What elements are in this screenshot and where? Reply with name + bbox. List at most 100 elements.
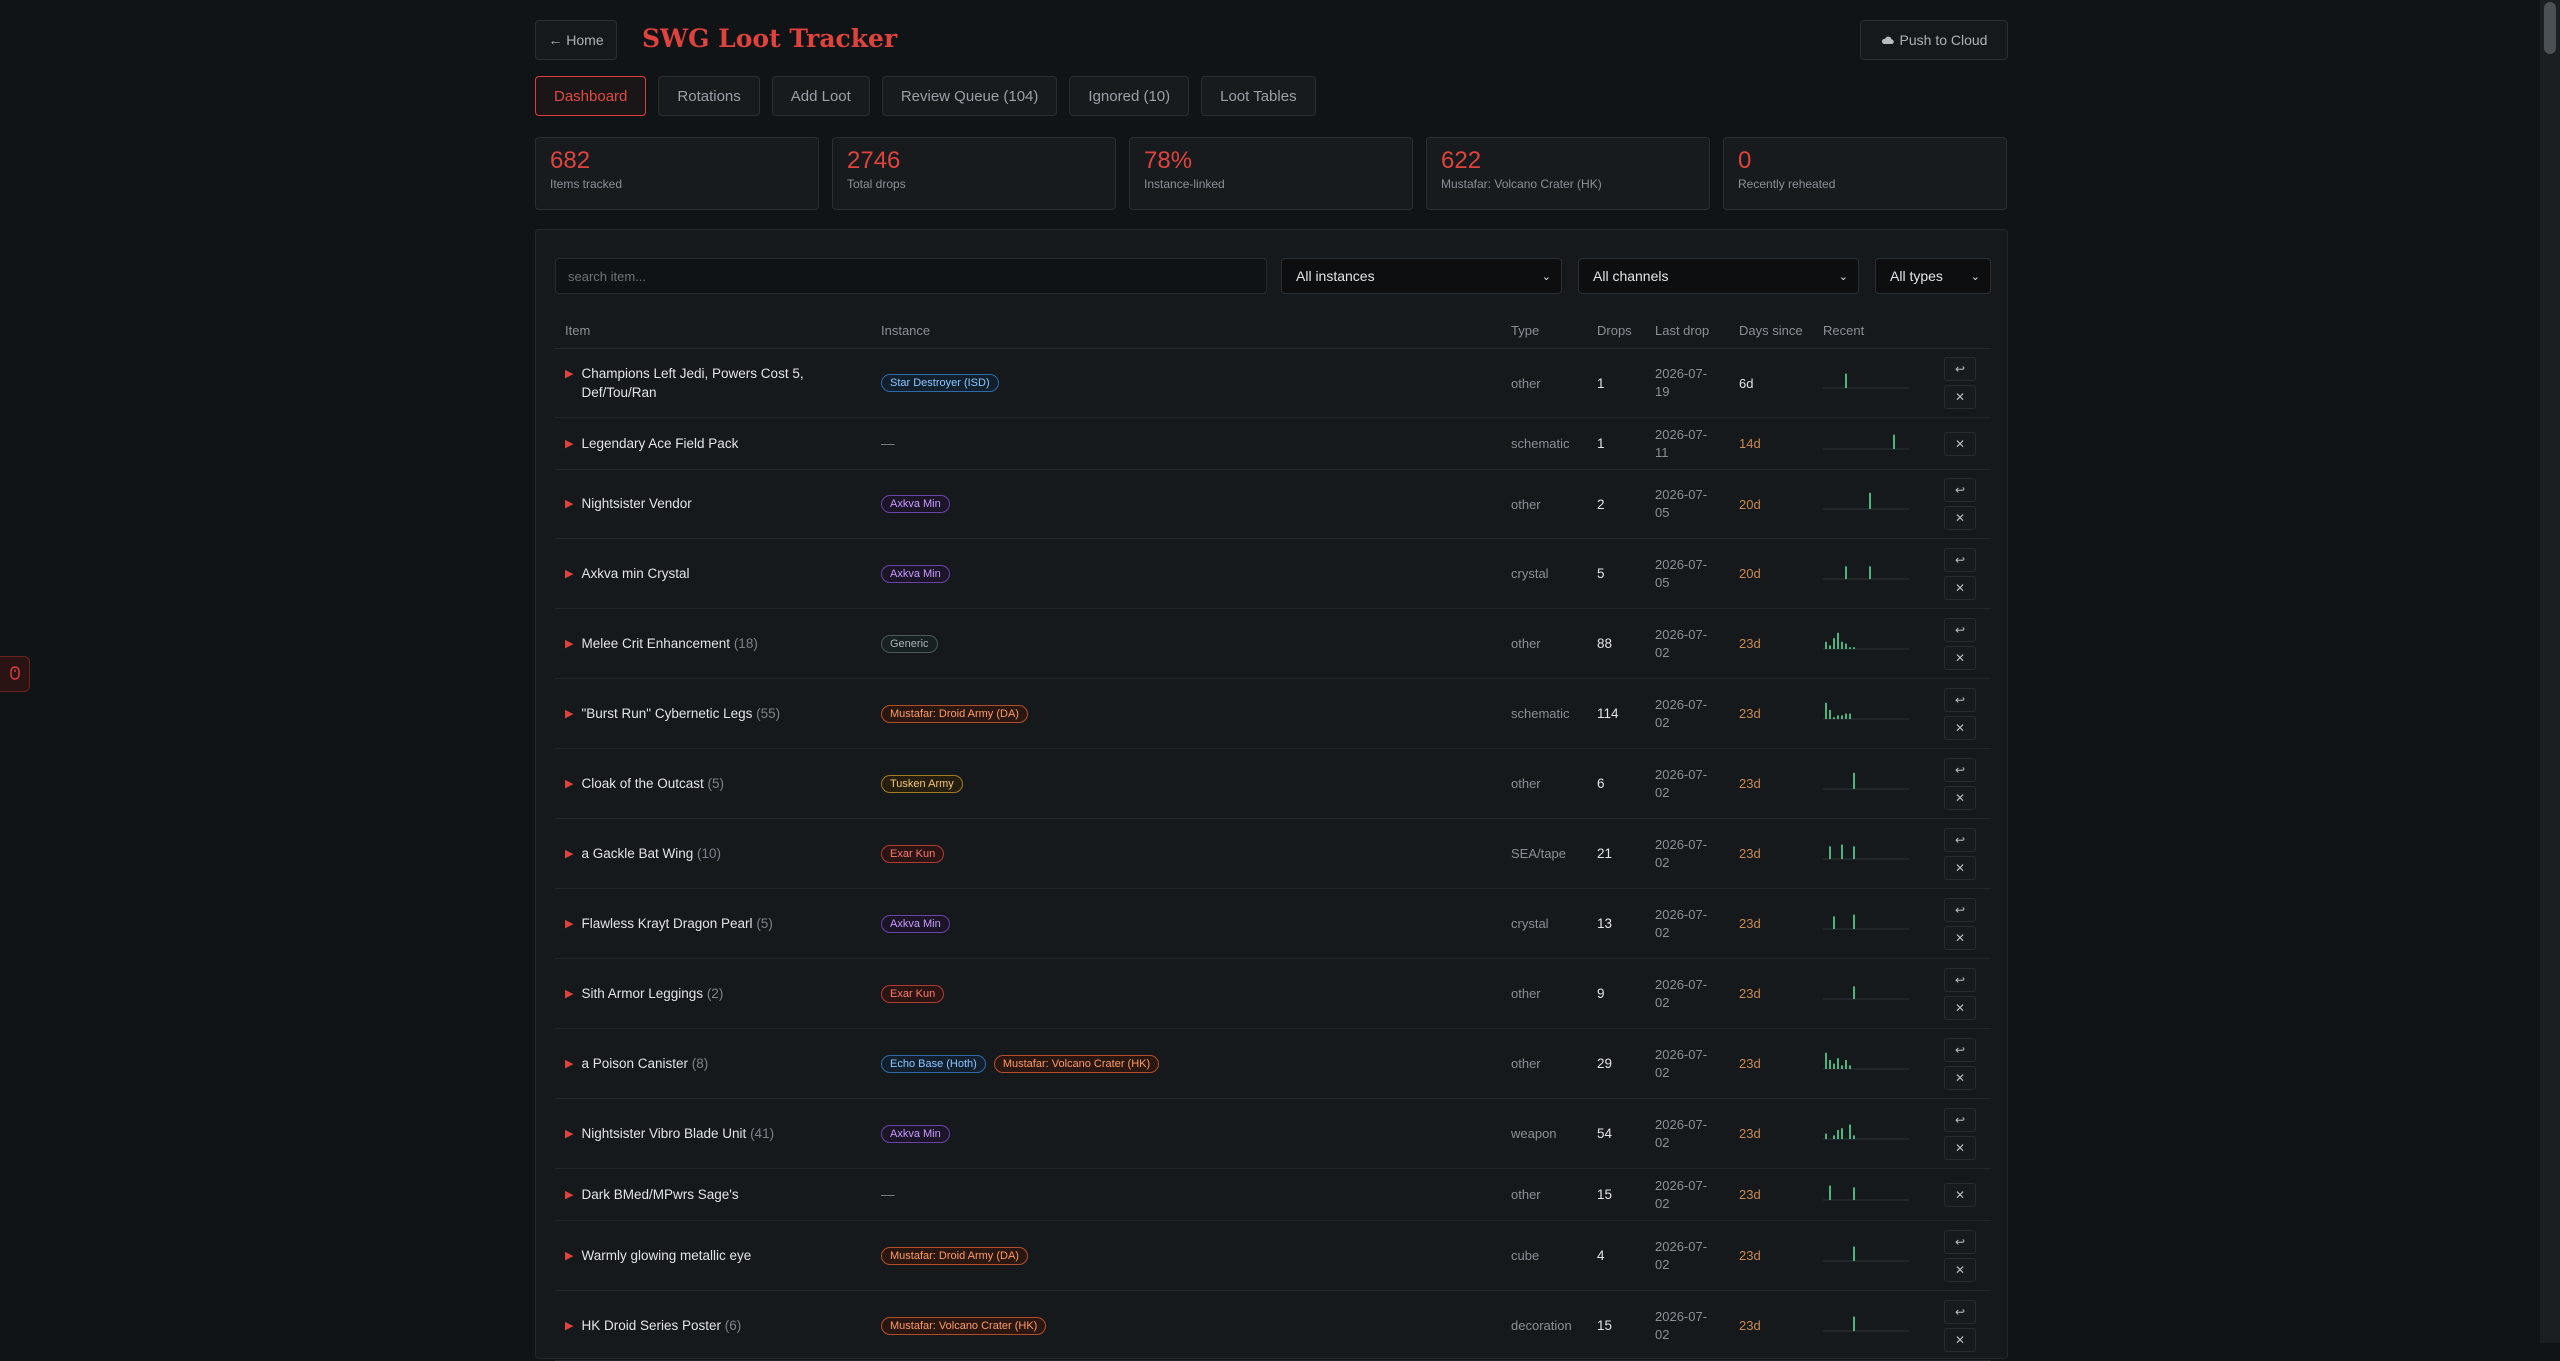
close-icon[interactable]: ✕ — [1944, 995, 1976, 1020]
expand-caret-icon[interactable]: ▶ — [565, 1125, 573, 1144]
item-name[interactable]: Dark BMed/MPwrs Sage's — [581, 1187, 738, 1202]
expand-caret-icon[interactable]: ▶ — [565, 635, 573, 654]
item-name[interactable]: "Burst Run" Cybernetic Legs — [581, 706, 752, 721]
table-row[interactable]: ▶ Nightsister Vendor Axkva Min other 2 2026-0… — [555, 469, 1991, 539]
table-row[interactable]: ▶ Sith Armor Leggings (2) Exar Kun other 9 20… — [555, 958, 1991, 1029]
item-name[interactable]: Axkva min Crystal — [581, 566, 689, 581]
close-icon[interactable]: ✕ — [1944, 575, 1976, 600]
channel-select[interactable]: All channels ⌄ — [1578, 258, 1859, 294]
close-icon[interactable]: ✕ — [1944, 1182, 1976, 1207]
side-panel-toggle[interactable] — [0, 656, 30, 692]
return-arrow-icon[interactable]: ↩ — [1944, 687, 1976, 712]
type-select[interactable]: All types ⌄ — [1875, 258, 1991, 294]
return-arrow-icon[interactable]: ↩ — [1944, 547, 1976, 572]
push-to-cloud-button[interactable]: Push to Cloud — [1860, 20, 2008, 60]
search-input[interactable] — [555, 258, 1267, 294]
expand-caret-icon[interactable]: ▶ — [565, 1247, 573, 1266]
table-row[interactable]: ▶ HK Droid Series Poster (6) Mustafar: Vol… — [555, 1290, 1991, 1361]
instance-badge: Axkva Min — [881, 1124, 950, 1143]
expand-caret-icon[interactable]: ▶ — [565, 1186, 573, 1205]
table-row[interactable]: ▶ Dark BMed/MPwrs Sage's — other 15 2026-07- 0… — [555, 1168, 1991, 1221]
return-arrow-icon[interactable]: ↩ — [1944, 617, 1976, 642]
scrollbar-thumb[interactable] — [2544, 2, 2556, 54]
return-arrow-icon[interactable]: ↩ — [1944, 1107, 1976, 1132]
table-row[interactable]: ▶ Flawless Krayt Dragon Pearl (5) Axkva Mi… — [555, 888, 1991, 959]
table-row[interactable]: ▶ Cloak of the Outcast (5) Tusken Army othe… — [555, 748, 1991, 819]
return-arrow-icon[interactable]: ↩ — [1944, 1037, 1976, 1062]
tab-rotations[interactable]: Rotations — [658, 76, 760, 116]
sparkline-bar — [1829, 709, 1831, 719]
table-row[interactable]: ▶ "Burst Run" Cybernetic Legs (55) Mustafa… — [555, 678, 1991, 749]
table-row[interactable]: ▶ Warmly glowing metallic eye Mustafar: Dr… — [555, 1220, 1991, 1291]
item-name[interactable]: HK Droid Series Poster — [581, 1318, 721, 1333]
tab-dashboard[interactable]: Dashboard — [535, 76, 647, 116]
item-name[interactable]: Cloak of the Outcast — [581, 776, 703, 791]
item-name[interactable]: Flawless Krayt Dragon Pearl — [581, 916, 752, 931]
drops-cell: 4 — [1587, 1220, 1645, 1291]
item-name-wrap: Champions Left Jedi, Powers Cost 5, Def/… — [581, 364, 871, 402]
item-name[interactable]: Legendary Ace Field Pack — [581, 436, 738, 451]
table-row[interactable]: ▶ Legendary Ace Field Pack — schematic 1 2026… — [555, 417, 1991, 470]
expand-caret-icon[interactable]: ▶ — [565, 565, 573, 584]
tab-add-loot[interactable]: Add Loot — [771, 76, 870, 116]
return-arrow-icon[interactable]: ↩ — [1944, 1299, 1976, 1324]
expand-caret-icon[interactable]: ▶ — [565, 365, 573, 384]
instance-select[interactable]: All instances ⌄ — [1281, 258, 1562, 294]
item-name[interactable]: Nightsister Vendor — [581, 496, 691, 511]
close-icon[interactable]: ✕ — [1944, 925, 1976, 950]
expand-caret-icon[interactable]: ▶ — [565, 495, 573, 514]
expand-caret-icon[interactable]: ▶ — [565, 705, 573, 724]
item-cell-content: ▶ HK Droid Series Poster (6) — [565, 1316, 871, 1336]
return-arrow-icon[interactable]: ↩ — [1944, 827, 1976, 852]
table-row[interactable]: ▶ a Gackle Bat Wing (10) Exar Kun SEA/tape 2… — [555, 818, 1991, 889]
return-arrow-icon[interactable]: ↩ — [1944, 897, 1976, 922]
item-name[interactable]: Sith Armor Leggings — [581, 986, 703, 1001]
expand-caret-icon[interactable]: ▶ — [565, 435, 573, 454]
close-icon[interactable]: ✕ — [1944, 1327, 1976, 1352]
close-icon[interactable]: ✕ — [1944, 1257, 1976, 1282]
return-arrow-icon[interactable]: ↩ — [1944, 1229, 1976, 1254]
table-row[interactable]: ▶ Axkva min Crystal Axkva Min crystal 5 2026-… — [555, 538, 1991, 609]
table-row[interactable]: ▶ Champions Left Jedi, Powers Cost 5, Def… — [555, 348, 1991, 418]
close-icon[interactable]: ✕ — [1944, 1135, 1976, 1160]
expand-caret-icon[interactable]: ▶ — [565, 1055, 573, 1074]
expand-caret-icon[interactable]: ▶ — [565, 985, 573, 1004]
days-since-cell: 23d — [1729, 1220, 1813, 1291]
expand-caret-icon[interactable]: ▶ — [565, 915, 573, 934]
item-name[interactable]: Warmly glowing metallic eye — [581, 1248, 751, 1263]
page-scrollbar[interactable] — [2540, 0, 2560, 1343]
close-icon[interactable]: ✕ — [1944, 715, 1976, 740]
close-icon[interactable]: ✕ — [1944, 855, 1976, 880]
table-row[interactable]: ▶ a Poison Canister (8) Echo Base (Hoth) Mu… — [555, 1028, 1991, 1099]
tab-ignored-10[interactable]: Ignored (10) — [1069, 76, 1190, 116]
sparkline-bar — [1833, 1134, 1835, 1139]
home-button[interactable]: ← Home — [535, 20, 617, 60]
item-name[interactable]: Melee Crit Enhancement — [581, 636, 730, 651]
close-icon[interactable]: ✕ — [1944, 1065, 1976, 1090]
item-name[interactable]: Nightsister Vibro Blade Unit — [581, 1126, 746, 1141]
expand-caret-icon[interactable]: ▶ — [565, 845, 573, 864]
tab-review-queue-104[interactable]: Review Queue (104) — [881, 76, 1058, 116]
close-icon[interactable]: ✕ — [1944, 785, 1976, 810]
close-icon[interactable]: ✕ — [1944, 385, 1976, 409]
return-arrow-icon[interactable]: ↩ — [1944, 757, 1976, 782]
actions-cell: ↩ ✕ — [1919, 678, 1991, 749]
expand-caret-icon[interactable]: ▶ — [565, 1317, 573, 1336]
item-name[interactable]: Champions Left Jedi, Powers Cost 5, Def/… — [581, 366, 803, 400]
item-name[interactable]: a Gackle Bat Wing — [581, 846, 693, 861]
instance-cell: Exar Kun — [871, 818, 1501, 889]
table-row[interactable]: ▶ Melee Crit Enhancement (18) Generic other… — [555, 608, 1991, 679]
item-name[interactable]: a Poison Canister — [581, 1056, 688, 1071]
drops-cell: 5 — [1587, 538, 1645, 609]
close-icon[interactable]: ✕ — [1944, 506, 1976, 530]
return-arrow-icon[interactable]: ↩ — [1944, 357, 1976, 381]
days-since-cell: 6d — [1729, 348, 1813, 418]
sparkline-bar — [1853, 1134, 1855, 1139]
close-icon[interactable]: ✕ — [1944, 645, 1976, 670]
tab-loot-tables[interactable]: Loot Tables — [1201, 76, 1316, 116]
return-arrow-icon[interactable]: ↩ — [1944, 967, 1976, 992]
close-icon[interactable]: ✕ — [1944, 431, 1976, 456]
expand-caret-icon[interactable]: ▶ — [565, 775, 573, 794]
table-row[interactable]: ▶ Nightsister Vibro Blade Unit (41) Axkva … — [555, 1098, 1991, 1169]
return-arrow-icon[interactable]: ↩ — [1944, 478, 1976, 502]
